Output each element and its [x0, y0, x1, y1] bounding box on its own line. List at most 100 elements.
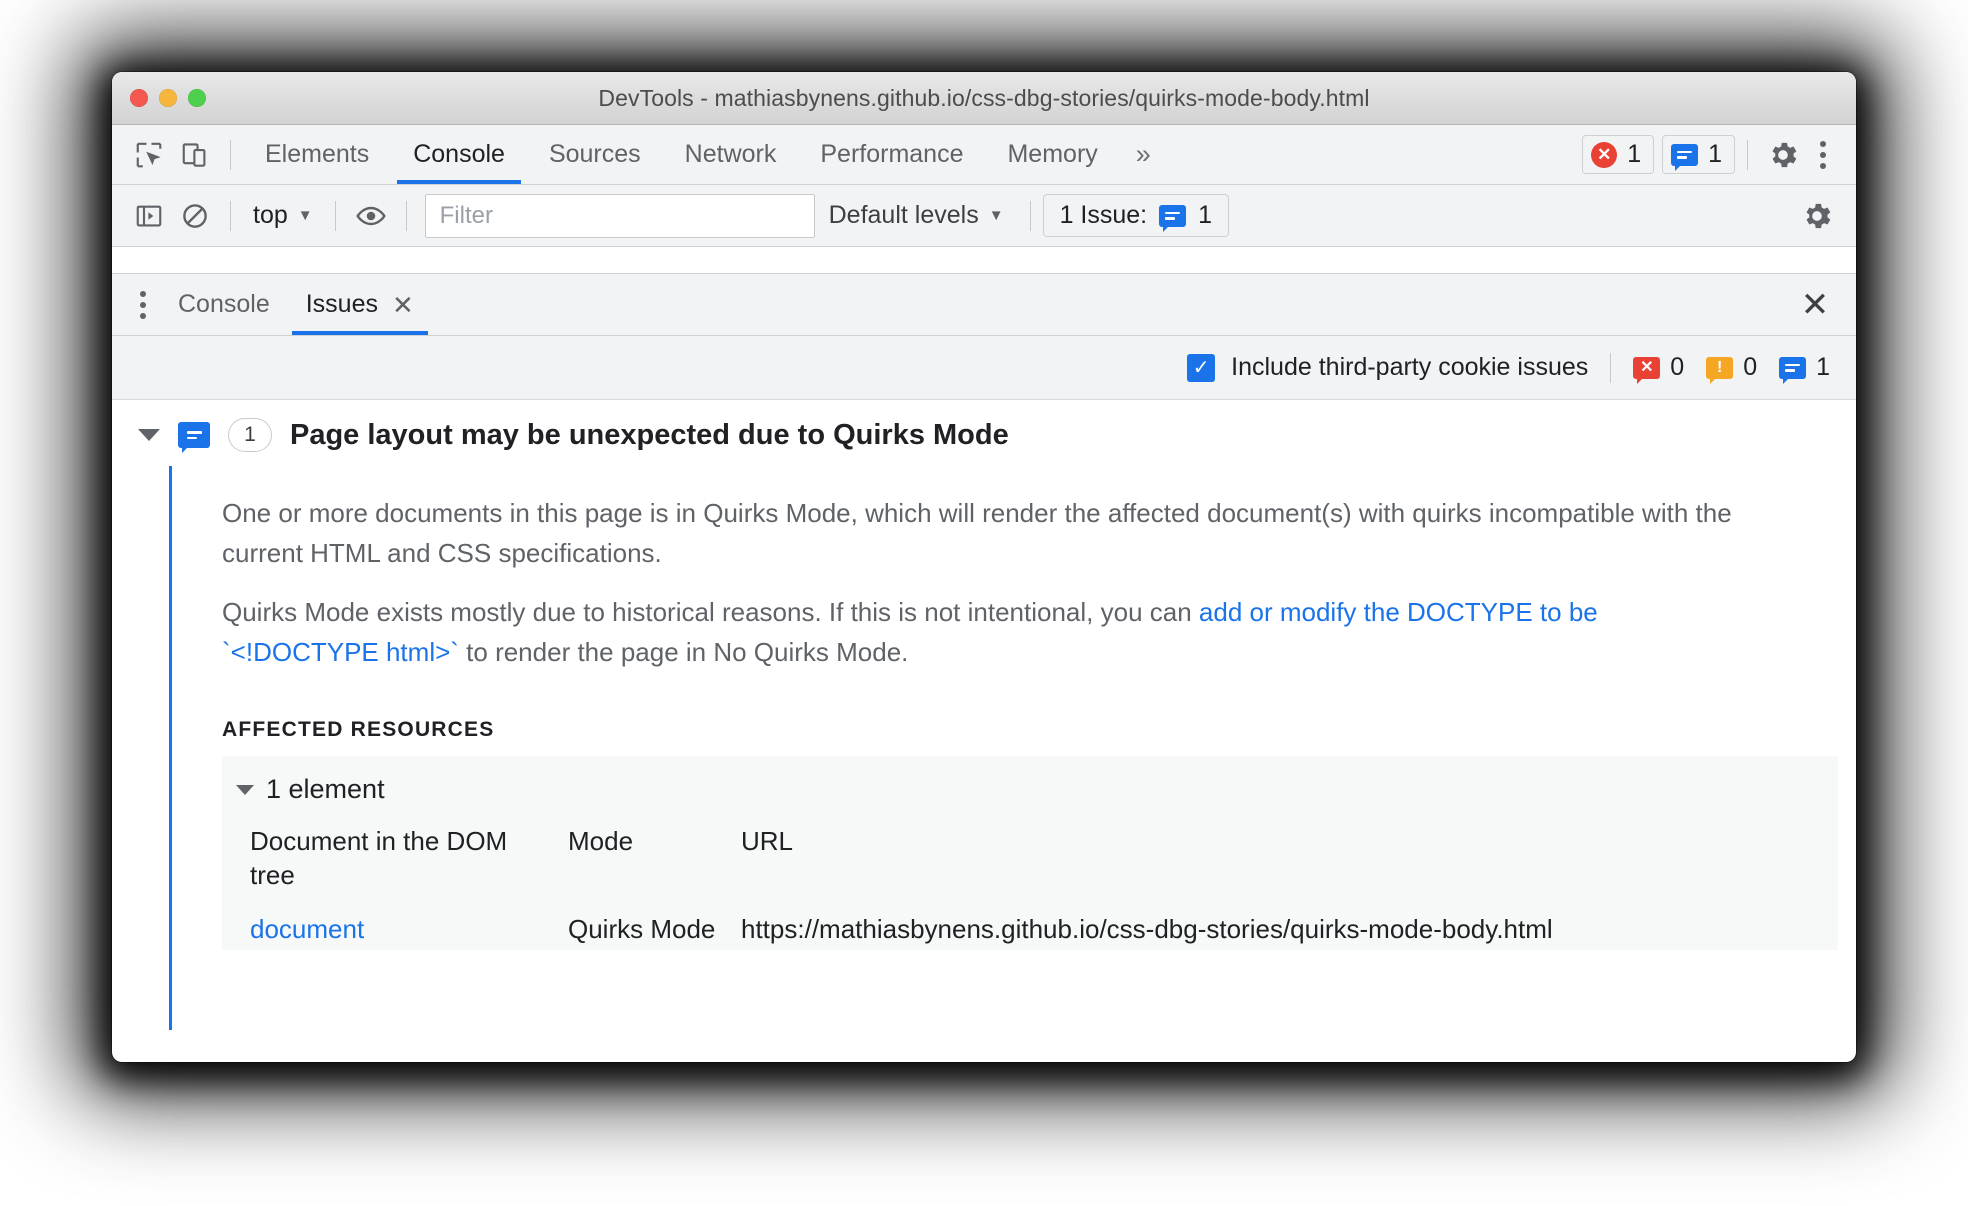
- kebab-menu-icon[interactable]: [1806, 140, 1840, 169]
- issue-paragraph-2-prefix: Quirks Mode exists mostly due to histori…: [222, 597, 1199, 628]
- tab-network[interactable]: Network: [663, 125, 799, 184]
- drawer-tab-issues[interactable]: Issues ✕: [288, 274, 432, 335]
- close-window-button[interactable]: [130, 89, 148, 107]
- execution-context-value: top: [253, 201, 288, 229]
- cell-mode: Quirks Mode: [568, 913, 716, 944]
- resource-group-label: 1 element: [266, 774, 385, 805]
- close-drawer-icon[interactable]: ✕: [1792, 282, 1838, 328]
- drawer-tab-console[interactable]: Console: [160, 274, 288, 335]
- gear-icon[interactable]: [1794, 193, 1840, 239]
- cell-element: document: [222, 897, 568, 951]
- tab-performance[interactable]: Performance: [798, 125, 985, 184]
- issues-summary-button[interactable]: 1 Issue: 1: [1042, 194, 1230, 237]
- issue-paragraph-2-suffix: to render the page in No Quirks Mode.: [458, 636, 909, 667]
- tab-sources[interactable]: Sources: [527, 125, 663, 184]
- console-messages-area: [112, 247, 1856, 274]
- filter-divider-4: [1029, 200, 1031, 231]
- issue-title: Page layout may be unexpected due to Qui…: [290, 418, 1009, 451]
- tab-performance-label: Performance: [820, 140, 964, 168]
- minimize-window-button[interactable]: [159, 89, 177, 107]
- issues-error-count-value: 0: [1670, 353, 1685, 381]
- issue-bubble-icon: [1159, 204, 1187, 232]
- panel-tabs: Elements Console Sources Network Perform…: [243, 125, 1167, 184]
- issues-info-count-value: 1: [1816, 353, 1830, 381]
- gear-icon[interactable]: [1760, 132, 1806, 178]
- resource-group-header[interactable]: 1 element: [222, 768, 1838, 811]
- issues-summary-count: 1: [1198, 201, 1213, 229]
- screenshot-canvas: DevTools - mathiasbynens.github.io/css-d…: [0, 0, 1968, 1206]
- issue-row-header[interactable]: 1 Page layout may be unexpected due to Q…: [112, 400, 1856, 466]
- console-filter-toolbar: top ▼ Filter Default levels ▼ 1 Issue: 1: [112, 185, 1856, 247]
- table-header-row: Document in the DOM tree Mode URL: [222, 821, 1838, 897]
- tab-elements[interactable]: Elements: [243, 125, 391, 184]
- issues-filter-row: ✓ Include third-party cookie issues ✕ 0 …: [112, 336, 1856, 400]
- affected-resources-table: Document in the DOM tree Mode URL docume…: [222, 821, 1838, 950]
- error-bubble-icon: ✕: [1633, 356, 1661, 384]
- tab-network-label: Network: [684, 140, 777, 168]
- third-party-cookie-checkbox[interactable]: ✓ Include third-party cookie issues: [1187, 353, 1588, 382]
- tab-elements-label: Elements: [265, 140, 370, 168]
- issue-count-button[interactable]: 1: [1662, 135, 1735, 174]
- chevron-down-icon[interactable]: [236, 784, 254, 795]
- execution-context-selector[interactable]: top ▼: [243, 201, 323, 230]
- filter-input[interactable]: Filter: [424, 193, 815, 238]
- inspect-element-icon[interactable]: [126, 132, 172, 178]
- affected-resources-heading: AFFECTED RESOURCES: [222, 718, 495, 742]
- error-count-button[interactable]: ✕ 1: [1582, 135, 1655, 174]
- issue-detail-panel: One or more documents in this page is in…: [169, 466, 1856, 1030]
- issue-paragraph-2: Quirks Mode exists mostly due to histori…: [222, 593, 1752, 672]
- document-link[interactable]: document: [250, 914, 364, 944]
- third-party-cookie-label: Include third-party cookie issues: [1231, 353, 1589, 381]
- warning-bubble-icon: !: [1706, 356, 1734, 384]
- more-tabs-icon[interactable]: »: [1120, 141, 1167, 168]
- checkbox-checked-icon: ✓: [1187, 353, 1216, 382]
- issue-bubble-icon: [1671, 143, 1699, 171]
- zoom-window-button[interactable]: [188, 89, 206, 107]
- cell-url: https://mathiasbynens.github.io/css-dbg-…: [741, 913, 1553, 944]
- affected-resources-panel: 1 element Document in the DOM tree Mode …: [222, 756, 1838, 951]
- issue-aggregate-count: 1: [228, 418, 272, 452]
- device-toolbar-icon[interactable]: [172, 132, 218, 178]
- chevron-down-icon: ▼: [297, 207, 313, 224]
- tab-memory[interactable]: Memory: [985, 125, 1119, 184]
- clear-console-icon[interactable]: [172, 193, 218, 239]
- error-count-value: 1: [1627, 140, 1642, 168]
- close-icon[interactable]: ✕: [392, 292, 414, 318]
- drawer-tab-console-label: Console: [178, 290, 270, 318]
- tab-console[interactable]: Console: [391, 125, 527, 184]
- tab-console-label: Console: [413, 140, 505, 168]
- filter-divider-3: [405, 200, 407, 231]
- log-levels-selector[interactable]: Default levels ▼: [815, 201, 1018, 230]
- drawer-tab-issues-label: Issues: [305, 290, 378, 318]
- issues-error-count: ✕ 0: [1633, 353, 1685, 384]
- window-title: DevTools - mathiasbynens.github.io/css-d…: [598, 84, 1370, 111]
- column-header-url: URL: [741, 826, 794, 857]
- devtools-window: DevTools - mathiasbynens.github.io/css-d…: [112, 72, 1856, 1062]
- column-header-mode: Mode: [568, 826, 634, 857]
- issue-info-bubble-icon: [178, 422, 210, 453]
- kebab-menu-icon[interactable]: [126, 290, 160, 319]
- toolbar-divider-right: [1747, 139, 1748, 170]
- issues-summary-label: 1 Issue:: [1059, 201, 1148, 229]
- tab-memory-label: Memory: [1007, 140, 1098, 168]
- chevron-down-icon: ▼: [988, 207, 1004, 224]
- chevron-down-icon[interactable]: [138, 429, 160, 441]
- info-bubble-icon: [1779, 356, 1807, 384]
- tab-sources-label: Sources: [548, 140, 641, 168]
- issue-paragraph-1: One or more documents in this page is in…: [222, 498, 1732, 568]
- filter-divider-1: [230, 200, 231, 231]
- filter-divider-2: [334, 200, 336, 231]
- table-row: document Quirks Mode https://mathiasbyne…: [222, 897, 1838, 951]
- window-titlebar: DevTools - mathiasbynens.github.io/css-d…: [112, 72, 1856, 125]
- column-header-element: Document in the DOM tree: [250, 826, 508, 890]
- toolbar-divider: [230, 139, 231, 170]
- issue-count-value: 1: [1708, 140, 1722, 168]
- issues-list: 1 Page layout may be unexpected due to Q…: [112, 400, 1856, 1030]
- issues-info-count: 1: [1779, 353, 1830, 384]
- live-expression-icon[interactable]: [348, 193, 394, 239]
- console-sidebar-icon[interactable]: [126, 193, 172, 239]
- window-traffic-lights[interactable]: [130, 89, 206, 107]
- devtools-main-toolbar: Elements Console Sources Network Perform…: [112, 125, 1856, 185]
- drawer-toolbar: Console Issues ✕ ✕: [112, 274, 1856, 336]
- issues-filter-divider: [1610, 352, 1612, 383]
